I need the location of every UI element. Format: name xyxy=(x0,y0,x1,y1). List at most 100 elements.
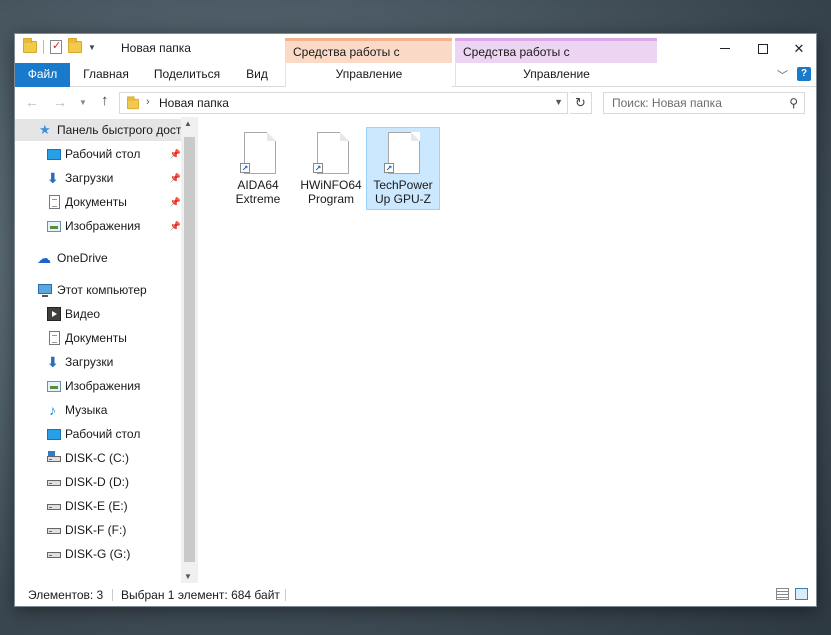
sidebar-item-disk-d[interactable]: DISK-D (D:) xyxy=(15,471,181,493)
status-divider xyxy=(112,589,113,601)
ctx-tab-shortcut-tools[interactable]: Средства работы с ярлыками xyxy=(285,38,452,81)
chevron-down-icon[interactable]: ▼ xyxy=(554,97,563,107)
refresh-icon: ↻ xyxy=(575,95,586,110)
tab-view[interactable]: Вид xyxy=(239,63,275,87)
nav-scrollbar[interactable]: ▲ ▼ xyxy=(181,117,198,583)
minimize-icon xyxy=(720,48,730,49)
pin-icon[interactable]: 📌 xyxy=(170,215,181,237)
shortcut-arrow-icon: ↗ xyxy=(240,163,250,173)
sidebar-item-quick-pictures[interactable]: Изображения 📌 xyxy=(15,215,181,237)
sidebar-item-label: Рабочий стол xyxy=(65,427,141,441)
sidebar-item-label: DISK-E (E:) xyxy=(65,499,128,513)
shortcut-arrow-icon: ↗ xyxy=(313,163,323,173)
sidebar-item-this-pc[interactable]: Этот компьютер xyxy=(15,279,181,301)
star-icon: ★ xyxy=(39,122,51,137)
tab-share[interactable]: Поделиться xyxy=(147,63,227,87)
sidebar-item-onedrive[interactable]: ☁ OneDrive xyxy=(15,247,181,269)
ctx-tab-application-tools[interactable]: Средства работы с приложениями xyxy=(455,38,657,81)
file-name: TechPower Up GPU-Z xyxy=(373,178,433,206)
pin-icon[interactable]: 📌 xyxy=(170,191,181,213)
sidebar-item-label: Панель быстрого доступа xyxy=(57,123,181,137)
address-path[interactable]: Новая папка xyxy=(159,96,229,110)
properties-icon[interactable] xyxy=(50,39,62,54)
desktop-icon xyxy=(47,149,61,160)
sidebar-item-disk-f[interactable]: DISK-F (F:) xyxy=(15,519,181,541)
navigation-pane: ★ Панель быстрого доступа Рабочий стол 📌… xyxy=(15,117,198,583)
file-item-gpu-z[interactable]: ↗ TechPower Up GPU-Z xyxy=(366,127,440,210)
title-bar[interactable]: ▼ Новая папка Средства работы с ярлыками… xyxy=(15,34,816,81)
sidebar-item-label: Изображения xyxy=(65,219,141,233)
sidebar-item-downloads[interactable]: ⬇ Загрузки xyxy=(15,351,181,373)
drive-icon xyxy=(47,480,61,486)
pictures-icon xyxy=(47,381,61,392)
sidebar-item-quick-access[interactable]: ★ Панель быстрого доступа xyxy=(15,119,181,141)
up-arrow-icon[interactable]: ↑ xyxy=(101,92,109,109)
sidebar-item-label: Документы xyxy=(65,331,127,345)
tab-home[interactable]: Главная xyxy=(77,63,135,87)
sidebar-item-disk-e[interactable]: DISK-E (E:) xyxy=(15,495,181,517)
sidebar-item-video[interactable]: Видео xyxy=(15,303,181,325)
chevron-right-icon[interactable]: › xyxy=(146,96,150,108)
sidebar-item-quick-documents[interactable]: Документы 📌 xyxy=(15,191,181,213)
file-view[interactable]: ↗ AIDA64 Extreme ↗ HWiNFO64 Program ↗ Te… xyxy=(198,117,816,583)
sidebar-item-label: DISK-F (F:) xyxy=(65,523,127,537)
shortcut-arrow-icon: ↗ xyxy=(384,163,394,173)
new-folder-icon[interactable] xyxy=(68,38,82,53)
system-drive-icon xyxy=(47,451,61,462)
sidebar-item-desktop[interactable]: Рабочий стол xyxy=(15,423,181,445)
file-item-hwinfo64[interactable]: ↗ HWiNFO64 Program xyxy=(295,128,369,211)
pin-icon[interactable]: 📌 xyxy=(170,143,181,165)
pin-icon[interactable]: 📌 xyxy=(170,167,181,189)
refresh-button[interactable]: ↻ xyxy=(570,92,592,114)
explorer-window: ▼ Новая папка Средства работы с ярлыками… xyxy=(14,33,817,607)
scroll-down-icon[interactable]: ▼ xyxy=(184,572,192,581)
minimize-button[interactable] xyxy=(708,34,742,63)
tab-file[interactable]: Файл xyxy=(15,63,70,87)
documents-icon xyxy=(49,195,60,209)
sidebar-item-music[interactable]: ♪ Музыка xyxy=(15,399,181,421)
details-view-icon[interactable] xyxy=(776,588,789,600)
selection-info: Выбран 1 элемент: 684 байт xyxy=(121,588,280,602)
computer-icon xyxy=(38,284,52,297)
forward-arrow-icon[interactable]: → xyxy=(53,94,67,110)
address-bar[interactable]: › Новая папка ▼ xyxy=(119,92,568,114)
recent-locations-dropdown-icon[interactable]: ▼ xyxy=(79,98,87,107)
expand-ribbon-icon[interactable]: ﹀ xyxy=(777,67,788,83)
scrollbar-thumb[interactable] xyxy=(184,137,195,562)
folder-icon[interactable] xyxy=(23,38,37,53)
search-icon[interactable]: ⚲ xyxy=(789,96,798,110)
sidebar-item-label: Видео xyxy=(65,307,101,321)
sidebar-item-label: Музыка xyxy=(65,403,108,417)
search-input[interactable]: Поиск: Новая папка ⚲ xyxy=(603,92,805,114)
sidebar-item-label: Загрузки xyxy=(65,355,114,369)
video-icon xyxy=(47,307,61,321)
qat-dropdown-icon[interactable]: ▼ xyxy=(88,43,96,52)
help-icon[interactable]: ? xyxy=(797,67,811,81)
sidebar-item-label: Рабочий стол xyxy=(65,147,141,161)
window-title: Новая папка xyxy=(121,41,191,55)
drive-icon xyxy=(47,552,61,558)
drive-icon xyxy=(47,504,61,510)
downloads-icon: ⬇ xyxy=(47,354,59,370)
maximize-button[interactable] xyxy=(746,34,780,63)
tab-manage-apps[interactable]: Управление xyxy=(455,63,657,87)
ribbon-tabs: Файл Главная Поделиться Вид Управление У… xyxy=(15,63,816,87)
back-arrow-icon[interactable]: ← xyxy=(25,94,39,110)
tab-manage-shortcuts[interactable]: Управление xyxy=(285,63,452,87)
sidebar-item-quick-desktop[interactable]: Рабочий стол 📌 xyxy=(15,143,181,165)
large-icons-view-icon[interactable] xyxy=(795,588,808,600)
file-item-aida64[interactable]: ↗ AIDA64 Extreme xyxy=(222,128,296,211)
scroll-up-icon[interactable]: ▲ xyxy=(184,119,192,128)
sidebar-item-pictures[interactable]: Изображения xyxy=(15,375,181,397)
sidebar-item-label: Этот компьютер xyxy=(57,283,147,297)
sidebar-item-documents[interactable]: Документы xyxy=(15,327,181,349)
sidebar-item-disk-g[interactable]: DISK-G (G:) xyxy=(15,543,181,565)
documents-icon xyxy=(49,331,60,345)
status-divider xyxy=(285,589,286,601)
address-row: ← → ▼ ↑ › Новая папка ▼ ↻ Поиск: Новая п… xyxy=(15,87,816,117)
sidebar-item-disk-c[interactable]: DISK-C (C:) xyxy=(15,447,181,469)
status-bar: Элементов: 3 Выбран 1 элемент: 684 байт xyxy=(15,583,816,606)
sidebar-item-label: OneDrive xyxy=(57,251,108,265)
sidebar-item-quick-downloads[interactable]: ⬇ Загрузки 📌 xyxy=(15,167,181,189)
close-button[interactable]: ✕ xyxy=(782,34,816,63)
